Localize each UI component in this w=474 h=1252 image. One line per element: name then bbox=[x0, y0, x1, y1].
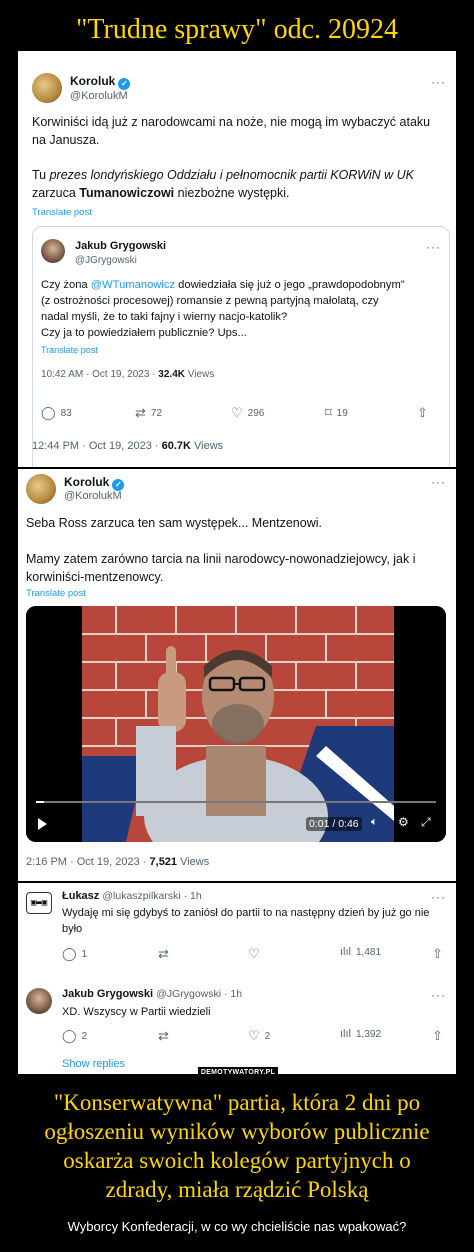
like-button[interactable]: ♡ bbox=[248, 946, 260, 962]
share-icon: ⇧ bbox=[417, 405, 428, 420]
repost-icon: ⇄ bbox=[158, 1028, 169, 1043]
more-options-icon[interactable]: ··· bbox=[431, 75, 446, 89]
tweet-text-line: Seba Ross zarzuca ten sam występek... Me… bbox=[26, 516, 322, 530]
tweet-panel-2: Koroluk ✓ @KorolukM ··· Seba Ross zarzuca… bbox=[18, 468, 456, 881]
show-replies-link[interactable]: Show replies bbox=[62, 1058, 125, 1070]
divider bbox=[18, 881, 456, 883]
translate-post-link[interactable]: Translate post bbox=[41, 345, 98, 355]
reply-author-name[interactable]: Jakub Grygowski @JGrygowski · 1h bbox=[62, 988, 242, 1000]
video-frame bbox=[26, 606, 446, 842]
reply-author-handle[interactable]: @lukaszpilkarski · 1h bbox=[102, 890, 201, 902]
author-handle[interactable]: @KorolukM bbox=[64, 490, 122, 502]
quote-author-name[interactable]: Jakub Grygowski bbox=[75, 240, 166, 252]
video-progress-fill bbox=[36, 801, 44, 803]
more-options-icon[interactable]: ··· bbox=[426, 240, 441, 254]
bottom-title-line: zdrady, miała rządzić Polską bbox=[105, 1177, 369, 1202]
mention-link[interactable]: @WTumanowicz bbox=[91, 279, 175, 291]
bookmark-icon: ⌑ bbox=[325, 405, 332, 420]
bookmark-button[interactable]: ⌑ 19 bbox=[325, 405, 348, 421]
views-button[interactable]: ılıl 1,481 bbox=[340, 946, 381, 958]
more-options-icon[interactable]: ··· bbox=[431, 890, 446, 904]
volume-icon[interactable]: 🔈︎ bbox=[371, 816, 378, 829]
reply-text-line: było bbox=[62, 923, 83, 935]
author-name[interactable]: Koroluk ✓ bbox=[64, 475, 125, 491]
avatar[interactable] bbox=[41, 239, 65, 263]
bottom-title-line: "Konserwatywna" partia, która 2 dni po bbox=[53, 1090, 421, 1115]
video-time: 0:01 / 0:46 bbox=[306, 817, 362, 831]
repost-button[interactable]: ⇄ bbox=[158, 946, 169, 962]
reply-author-name[interactable]: Łukasz @lukaszpilkarski · 1h bbox=[62, 890, 202, 902]
tweet-text-line: Mamy zatem zarówno tarcia na linii narod… bbox=[26, 552, 416, 566]
repost-button[interactable]: ⇄ 72 bbox=[135, 405, 162, 421]
avatar[interactable] bbox=[32, 73, 62, 103]
author-name[interactable]: Koroluk ✓ bbox=[70, 74, 131, 90]
tweet-text-line: Korwiniści idą już z narodowcami na noże… bbox=[32, 115, 431, 129]
tweet-timestamp: 2:16 PM · Oct 19, 2023 · 7,521 Views bbox=[26, 856, 210, 868]
share-icon: ⇧ bbox=[432, 946, 443, 961]
analytics-icon: ılıl bbox=[340, 1028, 351, 1040]
tweet-text-line: na Janusza. bbox=[32, 133, 100, 147]
views-button[interactable]: ılıl 1,392 bbox=[340, 1028, 381, 1040]
quoted-tweet[interactable]: Jakub Grygowski @JGrygowski ··· Czy żona… bbox=[32, 226, 450, 467]
share-button[interactable]: ⇧ bbox=[432, 1028, 443, 1044]
quote-text-line: Czy żona @WTumanowicz dowiedziała się ju… bbox=[41, 279, 405, 291]
tweet-text-line: zarzuca Tumanowiczowi niezbożne występki… bbox=[32, 186, 290, 200]
settings-icon[interactable]: ⚙ bbox=[398, 815, 409, 829]
repost-icon: ⇄ bbox=[135, 405, 146, 420]
tweet-text-line: korwiniści-mentzenowcy. bbox=[26, 570, 164, 584]
quote-text-line: nadal myśli, że to taki fajny i wierny n… bbox=[41, 311, 288, 323]
play-icon[interactable] bbox=[38, 818, 47, 830]
divider bbox=[18, 467, 456, 469]
quote-author-handle[interactable]: @JGrygowski bbox=[75, 255, 137, 266]
page-title: "Trudne sprawy" odc. 20924 bbox=[75, 14, 399, 45]
heart-icon: ♡ bbox=[231, 405, 243, 420]
more-options-icon[interactable]: ··· bbox=[431, 475, 446, 489]
avatar[interactable]: ▣▬▣ bbox=[26, 892, 52, 914]
translate-post-link[interactable]: Translate post bbox=[32, 207, 92, 218]
quote-text-line: (z ostrożności procesowej) romansie z pe… bbox=[41, 295, 379, 307]
tweet-timestamp: 12:44 PM · Oct 19, 2023 · 60.7K Views bbox=[32, 440, 224, 452]
more-options-icon[interactable]: ··· bbox=[431, 988, 446, 1002]
reply-text-line: XD. Wszyscy w Partii wiedzieli bbox=[62, 1006, 211, 1018]
like-button[interactable]: ♡ 296 bbox=[231, 405, 264, 421]
fullscreen-icon[interactable]: ⤢ bbox=[421, 815, 431, 830]
video-progress-track[interactable] bbox=[36, 801, 436, 803]
video-player[interactable]: 0:01 / 0:46 🔈︎ ⚙ ⤢ bbox=[26, 606, 446, 842]
like-button[interactable]: ♡ 2 bbox=[248, 1028, 270, 1044]
share-icon: ⇧ bbox=[432, 1028, 443, 1043]
reply-icon: ◯ bbox=[62, 1028, 77, 1043]
reply-author-handle[interactable]: @JGrygowski · 1h bbox=[156, 988, 242, 1000]
reply-button[interactable]: ◯ 2 bbox=[62, 1028, 87, 1044]
tweet-panel-1: Koroluk ✓ @KorolukM ··· Korwiniści idą ju… bbox=[18, 51, 456, 467]
heart-icon: ♡ bbox=[248, 1028, 260, 1043]
reply-icon: ◯ bbox=[41, 405, 56, 420]
reply-text-line: Wydaję mi się gdybyś to zaniósł do parti… bbox=[62, 907, 430, 919]
quote-text-line: Czy ja to powiedziałem publicznie? Ups..… bbox=[41, 327, 247, 339]
reply-button[interactable]: ◯ 1 bbox=[62, 946, 87, 962]
heart-icon: ♡ bbox=[248, 946, 260, 961]
tweet-text-line: Tu prezes londyńskiego Oddziału i pełnom… bbox=[32, 168, 415, 182]
replies-panel: ▣▬▣ Łukasz @lukaszpilkarski · 1h ··· Wyd… bbox=[18, 882, 456, 1074]
author-handle[interactable]: @KorolukM bbox=[70, 90, 128, 102]
quote-timestamp: 10:42 AM · Oct 19, 2023 · 32.4K Views bbox=[41, 369, 215, 380]
avatar[interactable] bbox=[26, 474, 56, 504]
repost-button[interactable]: ⇄ bbox=[158, 1028, 169, 1044]
analytics-icon: ılıl bbox=[340, 946, 351, 958]
subtitle: Wyborcy Konfederacji, w co wy chcieliści… bbox=[67, 1219, 407, 1234]
share-button[interactable]: ⇧ bbox=[432, 946, 443, 962]
repost-icon: ⇄ bbox=[158, 946, 169, 961]
bottom-title-line: oskarża swoich kolegów partyjnych o bbox=[63, 1148, 411, 1173]
reply-icon: ◯ bbox=[62, 946, 77, 961]
share-button[interactable]: ⇧ bbox=[417, 405, 428, 421]
bottom-title: "Konserwatywna" partia, która 2 dni po o… bbox=[0, 1088, 474, 1204]
bottom-title-line: ogłoszeniu wyników wyborów publicznie bbox=[44, 1119, 430, 1144]
translate-post-link[interactable]: Translate post bbox=[26, 588, 86, 599]
watermark: DEMOTYWATORY.PL bbox=[198, 1067, 278, 1079]
reply-button[interactable]: ◯ 83 bbox=[41, 405, 72, 421]
avatar[interactable] bbox=[26, 988, 52, 1014]
verified-icon: ✓ bbox=[118, 78, 131, 90]
